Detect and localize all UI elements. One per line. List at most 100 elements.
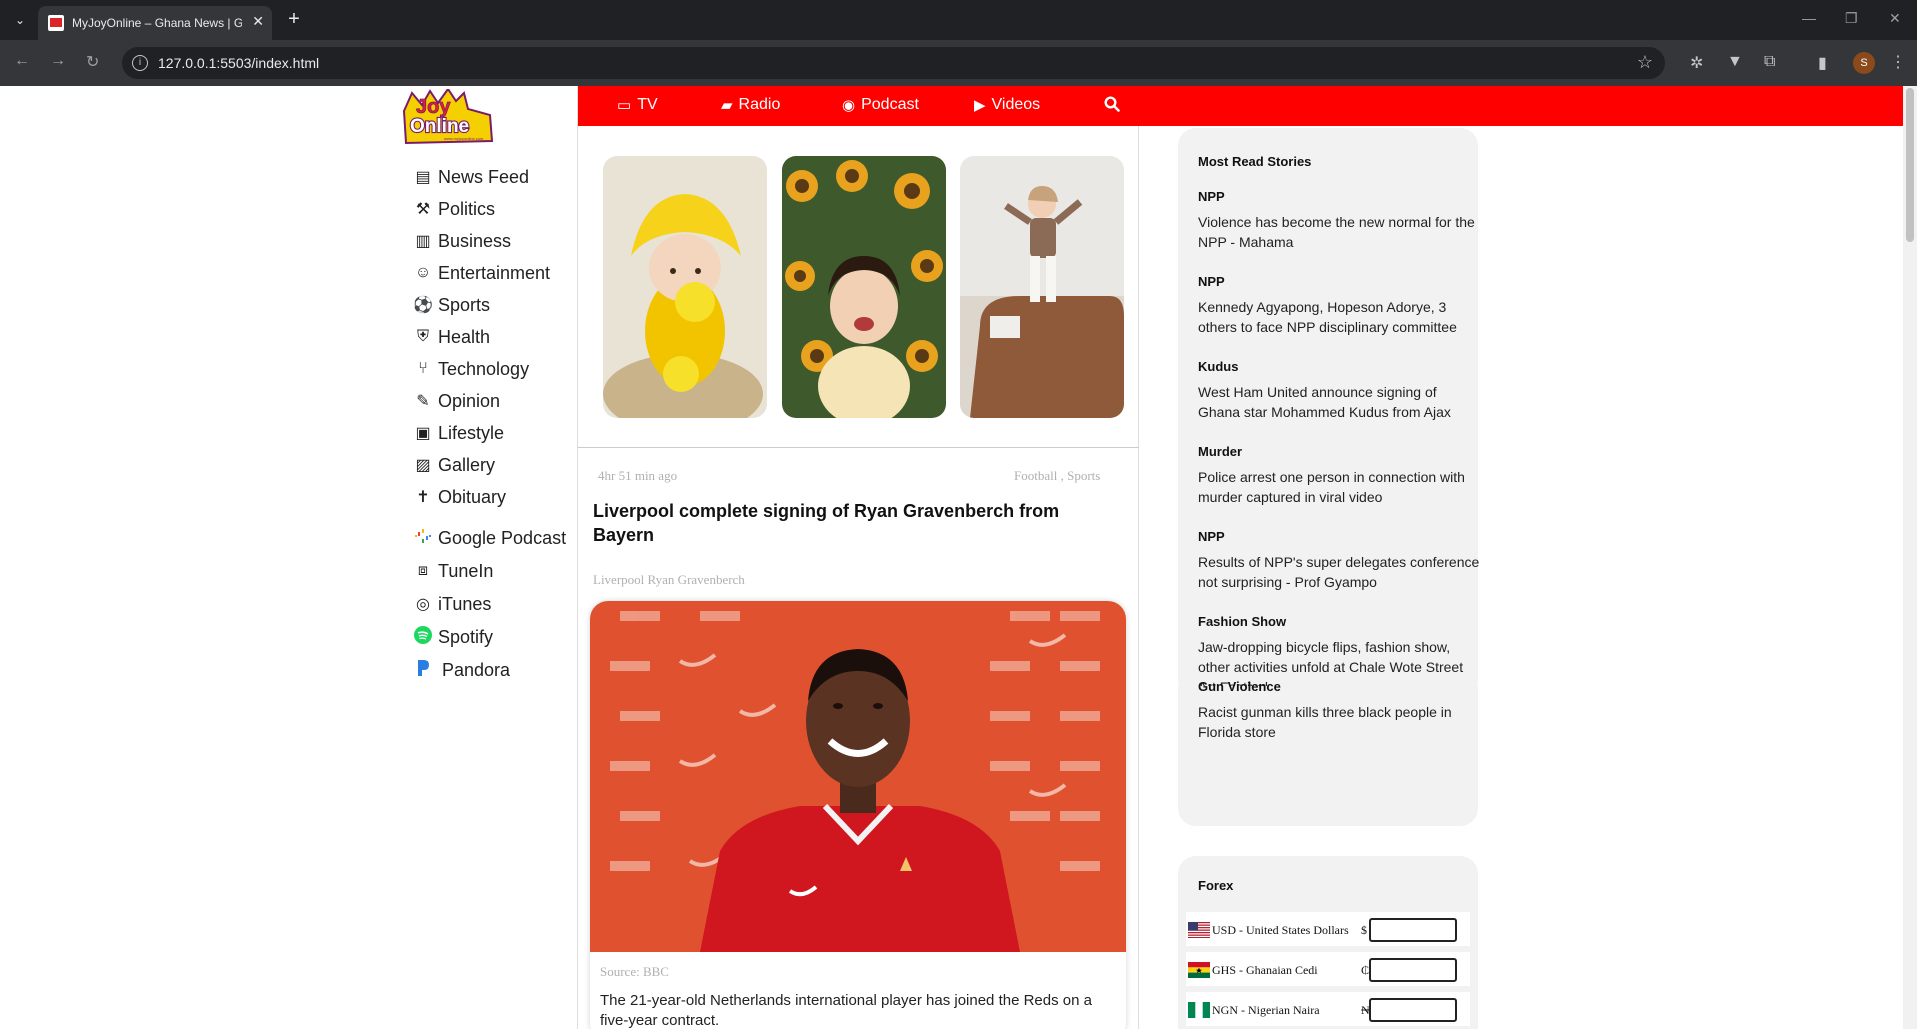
forex-label: USD - United States Dollars — [1212, 923, 1349, 937]
site-info-icon[interactable]: i — [132, 55, 148, 71]
story-headline[interactable]: Police arrest one person in connection w… — [1198, 467, 1480, 507]
profile-avatar[interactable]: S — [1853, 52, 1875, 74]
sidebar-item-obituary[interactable]: ✝ Obituary — [412, 483, 506, 511]
story-category[interactable]: Murder — [1198, 444, 1242, 459]
minimize-icon[interactable]: — — [1802, 10, 1816, 26]
pandora-icon — [412, 659, 434, 682]
tab-search-button[interactable]: ⌄ — [8, 8, 32, 32]
forward-icon[interactable]: → — [50, 52, 66, 70]
spotify-icon — [412, 625, 434, 649]
paint-brush-icon: ✎ — [416, 393, 430, 410]
article-categories[interactable]: Football , Sports — [1014, 468, 1100, 484]
radio-icon: ▰ — [721, 97, 733, 114]
ghana-flag-icon — [1188, 962, 1210, 978]
sidebar-item-gallery[interactable]: ▨ Gallery — [412, 451, 495, 479]
sidebar-item-health[interactable]: ⛨ Health — [412, 323, 490, 351]
nigeria-flag-icon — [1188, 1002, 1210, 1018]
story-headline[interactable]: Results of NPP's super delegates confere… — [1198, 552, 1480, 592]
side-panel-icon[interactable]: ▮ — [1818, 53, 1827, 73]
currency-symbol: $ — [1361, 923, 1367, 937]
forex-label: GHS - Ghanaian Cedi — [1212, 963, 1318, 977]
article-image[interactable] — [590, 601, 1126, 952]
most-read-title: Most Read Stories — [1198, 154, 1312, 169]
close-tab-icon[interactable]: ✕ — [252, 13, 264, 30]
section-divider — [578, 447, 1139, 448]
story-headline[interactable]: West Ham United announce signing of Ghan… — [1198, 382, 1480, 422]
code-branch-icon: ⑂ — [418, 360, 428, 377]
article-summary: The 21-year-old Netherlands internationa… — [600, 992, 1092, 1029]
nav-tv[interactable]: ▭ TV — [617, 96, 658, 114]
article-card[interactable]: Source: BBC The 21-year-old Netherlands … — [590, 601, 1126, 1029]
podcast-link-google[interactable]: Google Podcast — [412, 524, 566, 552]
podcast-link-pandora[interactable]: Pandora — [412, 656, 510, 684]
favicon-icon — [48, 15, 64, 31]
story-headline[interactable]: Violence has become the new normal for t… — [1198, 212, 1480, 252]
forex-title: Forex — [1198, 878, 1234, 893]
ngn-amount-input[interactable] — [1369, 998, 1457, 1022]
most-read-panel: Most Read Stories NPP Violence has becom… — [1178, 128, 1480, 698]
tv-icon: ▭ — [617, 97, 632, 114]
new-tab-button[interactable]: + — [282, 8, 306, 32]
nav-search[interactable] — [1104, 96, 1120, 117]
sidebar-item-business[interactable]: ▥ Business — [412, 227, 511, 255]
story-thumbnail[interactable] — [603, 156, 767, 418]
article-tags[interactable]: Liverpool Ryan Gravenberch — [593, 572, 745, 588]
story-headline[interactable]: Kennedy Agyapong, Hopeson Adorye, 3 othe… — [1198, 297, 1480, 337]
forex-row-usd: USD - United States Dollars $ — [1186, 912, 1470, 946]
story-category[interactable]: NPP — [1198, 189, 1225, 204]
sidebar-item-sports[interactable]: ⚽ Sports — [412, 291, 490, 319]
ghs-amount-input[interactable] — [1369, 958, 1457, 982]
story-category[interactable]: Fashion Show — [1198, 614, 1286, 629]
extension-v-icon[interactable]: ▼ — [1727, 53, 1743, 71]
close-window-icon[interactable]: ✕ — [1889, 10, 1901, 27]
podcast-link-spotify[interactable]: Spotify — [412, 623, 493, 651]
article-title[interactable]: Liverpool complete signing of Ryan Grave… — [593, 499, 1113, 547]
nav-videos[interactable]: ▶ Videos — [974, 96, 1040, 114]
story-headline[interactable]: Racist gunman kills three black people i… — [1198, 702, 1480, 742]
us-flag-icon — [1188, 922, 1210, 938]
nav-podcast[interactable]: ◉ Podcast — [842, 96, 919, 114]
nav-radio[interactable]: ▰ Radio — [721, 96, 780, 114]
play-circle-icon: ▶ — [974, 97, 986, 114]
podcast-link-itunes[interactable]: ◎ iTunes — [412, 590, 491, 618]
story-thumbnail[interactable] — [960, 156, 1124, 418]
back-icon[interactable]: ← — [14, 52, 30, 70]
restore-icon[interactable]: ❐ — [1845, 10, 1858, 27]
sidebar-item-entertainment[interactable]: ☺ Entertainment — [412, 259, 550, 287]
scrollbar-thumb[interactable] — [1906, 88, 1914, 242]
bookmark-star-icon[interactable]: ☆ — [1637, 52, 1653, 73]
tab-title: MyJoyOnline – Ghana News | G — [72, 16, 242, 30]
page-viewport: Joy Online www.myjoyonline.com ▤ News Fe… — [0, 86, 1917, 1029]
podcast-icon: ◉ — [842, 97, 856, 114]
sidebar-item-technology[interactable]: ⑂ Technology — [412, 355, 529, 383]
podcast-link-tunein[interactable]: ⧈ TuneIn — [412, 557, 493, 585]
building-icon: ▥ — [415, 233, 431, 250]
tunein-icon: ⧈ — [417, 562, 429, 579]
browser-tab-bar: ⌄ MyJoyOnline – Ghana News | G ✕ + — ❐ ✕ — [0, 0, 1917, 40]
smile-icon: ☺ — [414, 264, 432, 281]
extension-gear-icon[interactable]: ✲ — [1690, 53, 1703, 73]
story-thumbnail[interactable] — [782, 156, 946, 418]
joy-online-logo[interactable]: Joy Online www.myjoyonline.com — [400, 87, 495, 147]
sidebar-item-opinion[interactable]: ✎ Opinion — [412, 387, 500, 415]
extensions-puzzle-icon[interactable]: ⧉ — [1764, 53, 1775, 71]
browser-tab[interactable]: MyJoyOnline – Ghana News | G ✕ — [38, 6, 272, 40]
usd-amount-input[interactable] — [1369, 918, 1457, 942]
svg-text:www.myjoyonline.com: www.myjoyonline.com — [444, 136, 484, 141]
story-category[interactable]: Gun Violence — [1198, 679, 1281, 694]
search-icon — [1104, 96, 1120, 117]
story-category[interactable]: Kudus — [1198, 359, 1238, 374]
story-category[interactable]: NPP — [1198, 529, 1225, 544]
cross-icon: ✝ — [416, 489, 430, 506]
sidebar-item-lifestyle[interactable]: ▣ Lifestyle — [412, 419, 504, 447]
page-scrollbar[interactable] — [1903, 86, 1917, 1029]
browser-menu-icon[interactable]: ⋮ — [1890, 52, 1906, 72]
address-bar[interactable]: i 127.0.0.1:5503/index.html ☆ — [122, 47, 1665, 79]
forex-panel: Forex USD - United States Dollars $ GHS … — [1178, 856, 1478, 1029]
forex-row-ghs: GHS - Ghanaian Cedi ₵ — [1186, 952, 1470, 986]
sidebar-item-politics[interactable]: ⚒ Politics — [412, 195, 495, 223]
suitcase-icon: ▣ — [415, 425, 431, 442]
reload-icon[interactable]: ↻ — [86, 52, 99, 72]
sidebar-item-news-feed[interactable]: ▤ News Feed — [412, 163, 529, 191]
story-category[interactable]: NPP — [1198, 274, 1225, 289]
